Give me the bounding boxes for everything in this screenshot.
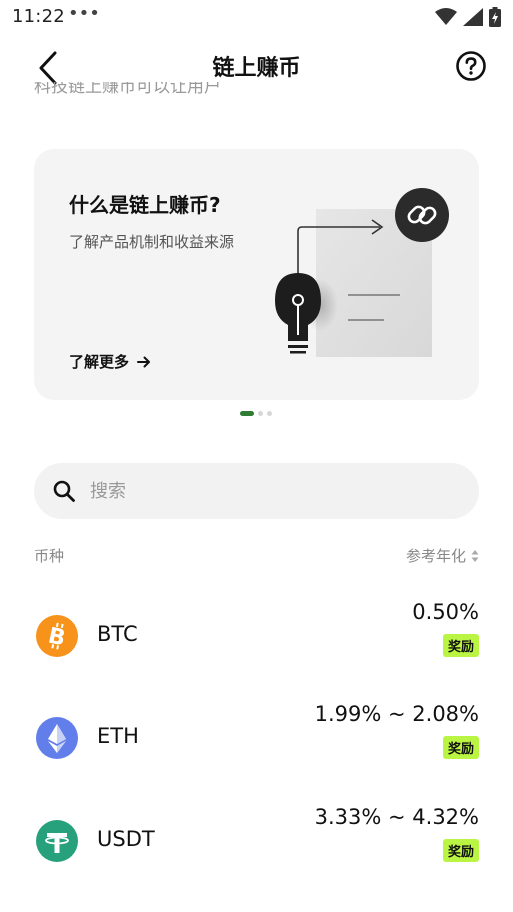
signal-icon bbox=[463, 8, 483, 26]
banner-illustration bbox=[275, 188, 449, 357]
coin-name: ETH bbox=[97, 724, 139, 748]
link-icon bbox=[395, 188, 449, 242]
coin-name: USDT bbox=[97, 827, 155, 851]
page-title: 链上赚币 bbox=[212, 56, 301, 81]
wifi-icon bbox=[435, 8, 457, 25]
search-box[interactable] bbox=[34, 463, 479, 519]
column-header-apy-label: 参考年化 bbox=[405, 547, 466, 565]
sort-icon bbox=[471, 549, 479, 562]
coin-apy: 1.99% ~ 2.08% bbox=[314, 702, 479, 726]
list-item-eth[interactable]: ETH 1.99% ~ 2.08% 奖励 bbox=[34, 702, 479, 772]
banner-card[interactable]: 什么是链上赚币? 了解产品机制和收益来源 了解更多 bbox=[34, 149, 479, 400]
learn-more-label: 了解更多 bbox=[69, 353, 130, 371]
tether-logo bbox=[36, 820, 78, 862]
pager-dot[interactable] bbox=[267, 410, 272, 416]
intro-text-cut: 科技链上赚币可以让用户 bbox=[34, 82, 294, 100]
ethereum-logo bbox=[36, 717, 78, 759]
banner-subtitle: 了解产品机制和收益来源 bbox=[69, 233, 235, 251]
lightbulb-icon bbox=[275, 273, 321, 354]
column-header-apy[interactable]: 参考年化 bbox=[406, 545, 479, 566]
reward-badge: 奖励 bbox=[442, 736, 479, 759]
battery-icon bbox=[489, 7, 501, 27]
coin-name: BTC bbox=[97, 622, 138, 646]
arrow-right-icon bbox=[137, 356, 151, 367]
reward-badge: 奖励 bbox=[442, 634, 479, 657]
banner-title: 什么是链上赚币? bbox=[69, 193, 221, 217]
search-icon bbox=[53, 480, 75, 502]
list-header: 币种 参考年化 bbox=[34, 545, 479, 567]
column-header-coin: 币种 bbox=[34, 547, 65, 565]
status-time: 11:22 bbox=[12, 6, 65, 27]
coin-apy: 3.33% ~ 4.32% bbox=[314, 805, 479, 829]
pager-dot-active[interactable] bbox=[240, 410, 254, 416]
search-input[interactable] bbox=[88, 479, 452, 503]
help-circle-icon bbox=[456, 51, 486, 81]
carousel-pager bbox=[240, 410, 272, 416]
status-icons bbox=[435, 6, 501, 28]
intro-text: 科技链上赚币可以让用户 bbox=[34, 82, 221, 97]
status-bar: 11:22 ••• bbox=[0, 0, 513, 34]
list-item-usdt[interactable]: USDT 3.33% ~ 4.32% 奖励 bbox=[34, 805, 479, 875]
status-more-dots: ••• bbox=[68, 3, 100, 24]
list-item-btc[interactable]: B BTC 0.50% 奖励 bbox=[34, 600, 479, 670]
coin-apy: 0.50% bbox=[412, 600, 479, 624]
bitcoin-logo: B bbox=[36, 615, 78, 657]
pager-dot[interactable] bbox=[258, 410, 263, 416]
help-button[interactable] bbox=[455, 50, 487, 82]
reward-badge: 奖励 bbox=[442, 839, 479, 862]
learn-more-link[interactable]: 了解更多 bbox=[69, 351, 151, 372]
